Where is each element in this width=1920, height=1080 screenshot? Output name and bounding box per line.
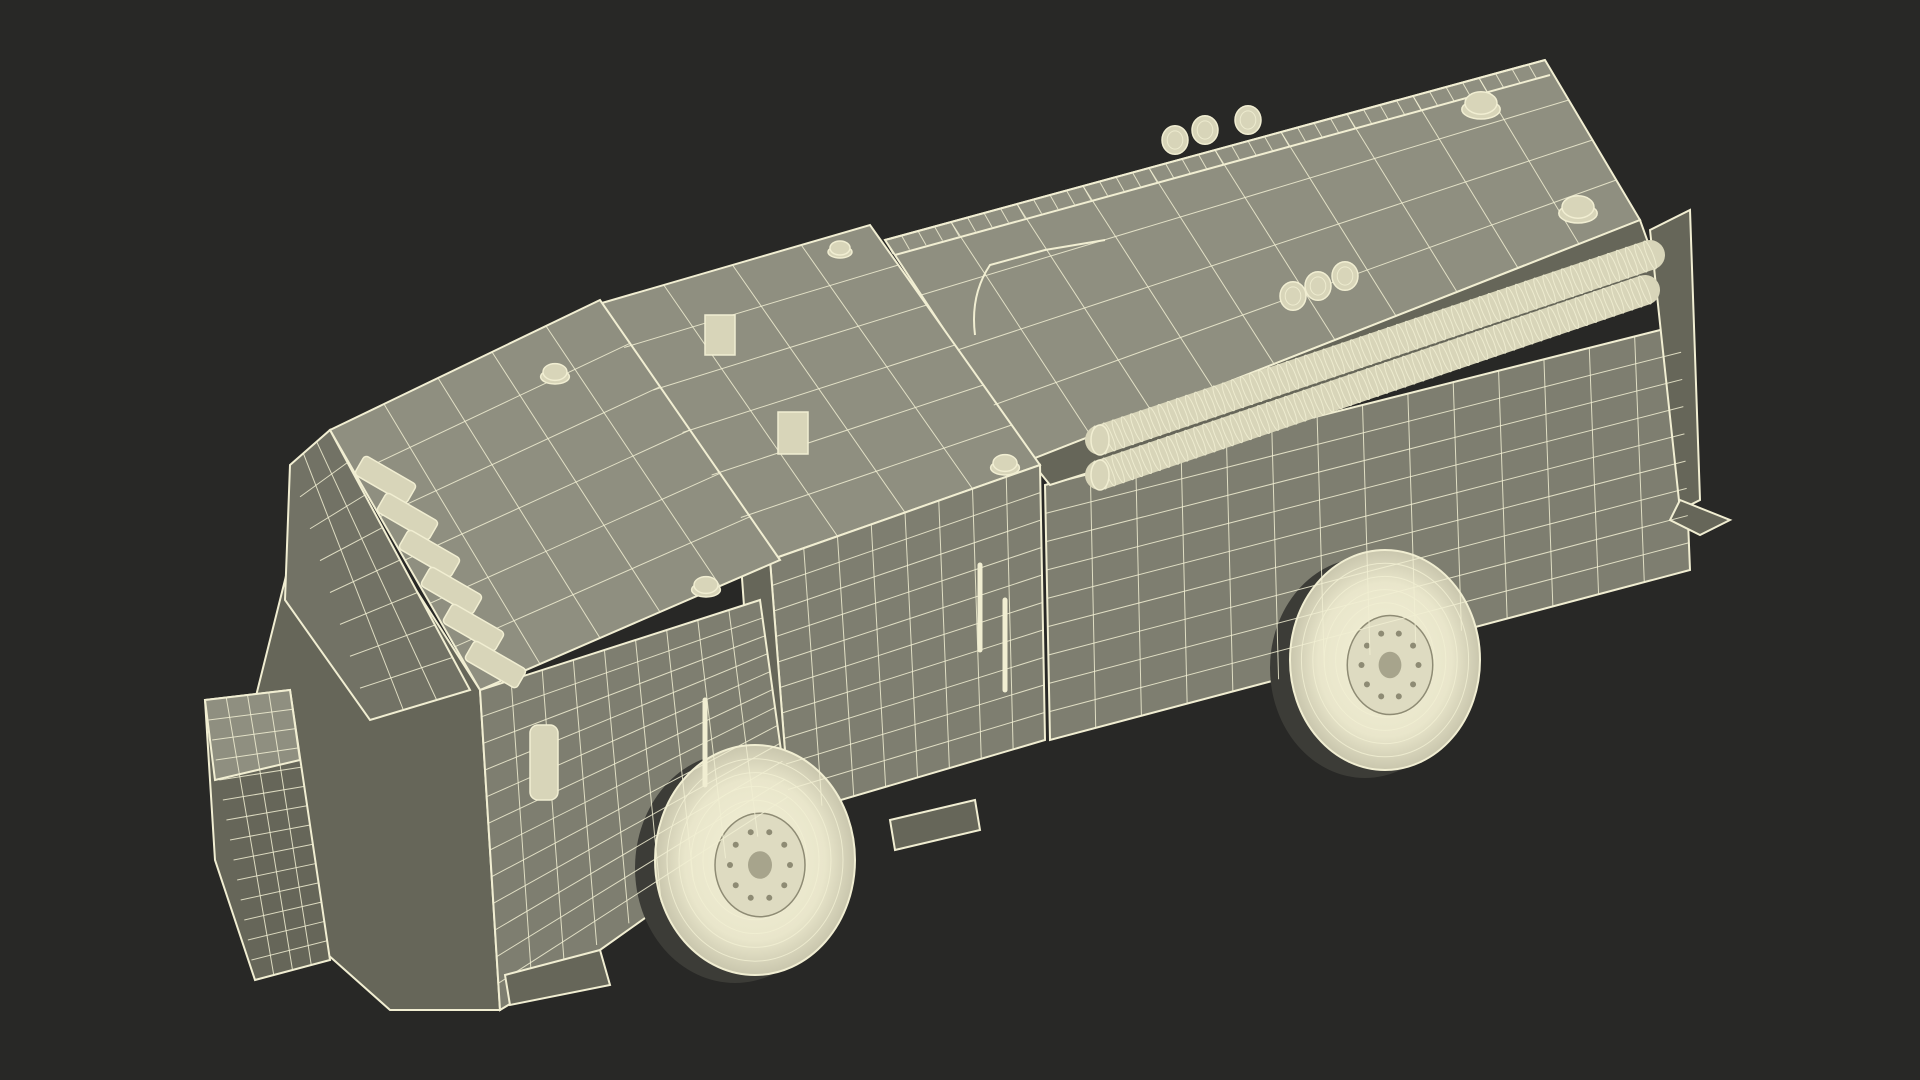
tank-vent-2 [1558,195,1598,224]
render-viewport: .top { fill: #8f8f80; stroke: #f1eed2; s… [0,0,1920,1080]
roof-box-1 [704,314,736,356]
gauge-1 [1161,124,1189,156]
roof-light-4 [989,453,1021,476]
roof-light-2 [539,362,571,385]
gauge-4 [1279,280,1307,312]
gauge-5 [1304,270,1332,302]
fire-truck-render: .top { fill: #8f8f80; stroke: #f1eed2; s… [203,58,1733,1012]
gauge-2 [1191,114,1219,146]
mid-step [888,798,982,852]
gauge-6 [1331,260,1359,292]
roof-light-3 [690,575,722,598]
roof-light-1 [827,240,853,259]
side-mirror [529,724,559,801]
gauge-3 [1234,104,1262,136]
roof-box-2 [777,411,809,455]
tank-vent-1 [1461,91,1501,120]
